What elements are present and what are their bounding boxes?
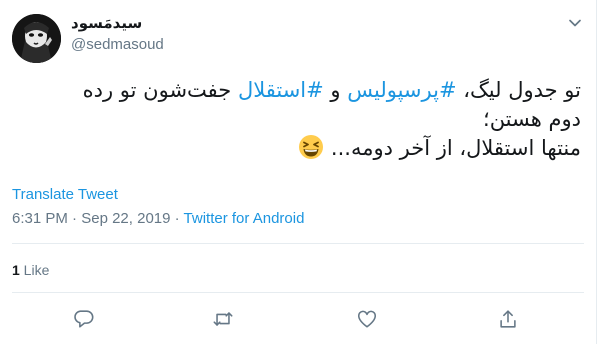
retweet-icon[interactable]: [212, 308, 234, 330]
tweet-text-segment: تو جدول لیگ،: [456, 78, 581, 102]
share-icon[interactable]: [497, 308, 519, 330]
display-name[interactable]: سیدمَسود: [71, 14, 142, 34]
likes-count[interactable]: 1 Like: [12, 262, 49, 278]
hashtag-link[interactable]: #پرسپولیس: [347, 78, 456, 102]
reply-icon[interactable]: [73, 308, 95, 330]
tweet-text-segment: و: [323, 78, 348, 102]
meta-separator: ·: [170, 210, 184, 227]
likes-number: 1: [12, 262, 20, 278]
user-handle[interactable]: @sedmasoud: [71, 35, 164, 55]
like-icon[interactable]: [356, 308, 378, 330]
tweet-line-3: منتها استقلال، از آخر دومه...: [13, 134, 581, 163]
tweet-line-1: تو جدول لیگ، #پرسپولیس و #استقلال جفت‌شو…: [13, 76, 581, 105]
tweet-card: سیدمَسود @sedmasoud تو جدول لیگ، #پرسپول…: [0, 0, 597, 344]
tweet-text-segment: منتها استقلال، از آخر دومه...: [324, 136, 581, 160]
avatar-image: [12, 14, 61, 63]
tweet-source-link[interactable]: Twitter for Android: [184, 210, 305, 227]
tweet-time[interactable]: 6:31 PM: [12, 210, 68, 227]
tweet-text: تو جدول لیگ، #پرسپولیس و #استقلال جفت‌شو…: [13, 76, 581, 163]
hashtag-link[interactable]: #استقلال: [238, 78, 324, 102]
likes-label: Like: [19, 262, 50, 278]
meta-separator: ·: [67, 210, 82, 227]
grinning-squinting-face-icon: [298, 134, 324, 160]
chevron-down-icon[interactable]: [566, 14, 584, 32]
translate-tweet-link[interactable]: Translate Tweet: [12, 186, 118, 203]
divider: [12, 243, 584, 244]
tweet-text-segment: جفت‌شون تو رده: [82, 78, 238, 102]
tweet-date[interactable]: Sep 22, 2019: [81, 210, 170, 227]
tweet-line-2: دوم هستن؛: [483, 107, 581, 131]
divider: [12, 292, 584, 293]
tweet-meta: 6:31 PM · Sep 22, 2019 · Twitter for And…: [12, 210, 304, 227]
avatar[interactable]: [12, 14, 61, 63]
